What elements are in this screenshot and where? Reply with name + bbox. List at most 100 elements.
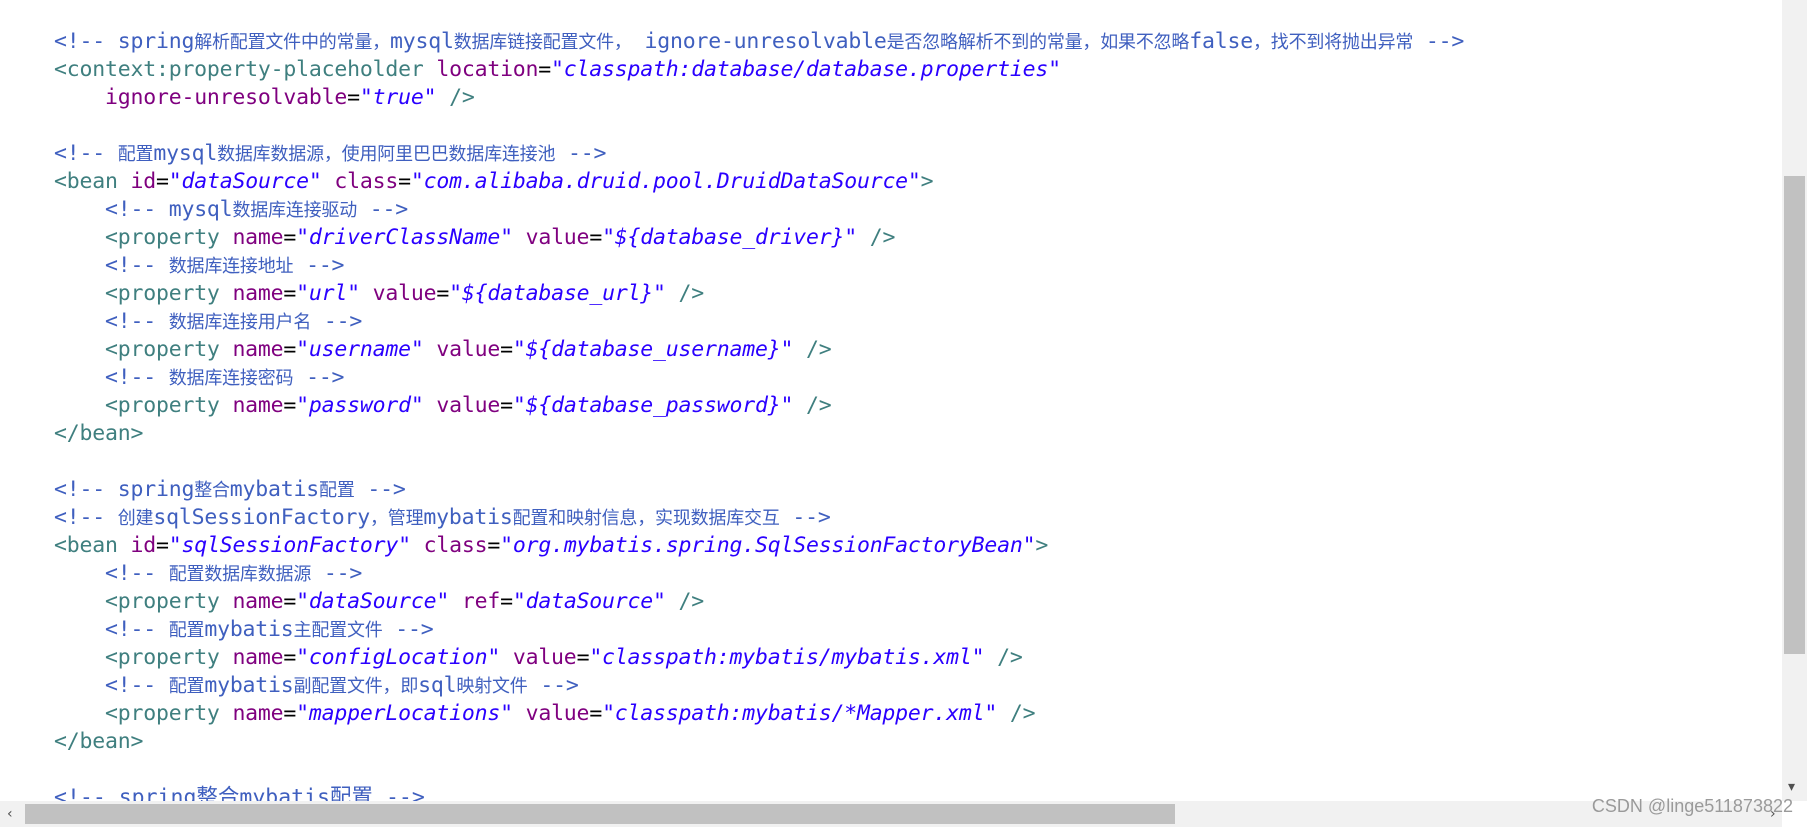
attribute-name-token: ref [461,589,501,614]
scroll-down-arrow-icon[interactable]: ▾ [1788,780,1795,794]
horizontal-scroll-thumb[interactable] [25,804,1175,824]
attribute-value-token: "driverClassName" [296,225,513,250]
vertical-scroll-thumb[interactable] [1784,176,1805,654]
plain-token: = [589,701,603,726]
comment-token: mysql [153,141,218,166]
attribute-value-token: "${database_driver}" [602,225,857,250]
code-line: <!-- 数据库连接密码 --> [54,364,1464,392]
comment-text-token: 解析配置文件中的常量， [194,32,390,53]
comment-text-token: 数据库数据源，使用阿里巴巴数据库连接池 [217,144,556,165]
plain-token: = [500,589,513,614]
tag-token: /> [1009,701,1036,726]
code-line: <bean id="dataSource" class="com.alibaba… [54,168,1464,196]
attribute-value-token: "dataSource" [168,169,322,194]
plain-token: = [283,393,297,418]
attribute-value-token: "classpath:database/database.properties" [551,57,1061,82]
plain-token: = [283,589,297,614]
plain-token: = [283,645,297,670]
comment-token: <!-- spring [54,29,195,54]
comment-token: <!-- [104,673,169,698]
code-line: <!-- mysql数据库连接驱动 --> [54,196,1464,224]
comment-text-token: 数据库链接配置文件， [453,32,632,53]
tag-token: <property [104,281,220,306]
attribute-value-token: "${database_username}" [512,337,794,362]
attribute-name-token: name [232,645,284,670]
comment-text-token: 配置 [168,676,205,697]
tag-token: <property [104,393,220,418]
comment-token: --> [293,365,345,390]
code-line: <!-- spring解析配置文件中的常量，mysql数据库链接配置文件， ig… [54,28,1464,56]
attribute-name-token: name [232,337,284,362]
tag-token: <property [104,645,220,670]
comment-token: --> [293,253,345,278]
tag-token: <bean [54,533,118,558]
plain-token: = [283,337,297,362]
horizontal-scrollbar[interactable]: ‹ › [0,801,1782,827]
comment-token: --> [357,197,409,222]
comment-text-token: 配置 [319,480,355,501]
attribute-name-token: name [232,393,284,418]
code-line: <context:property-placeholder location="… [54,56,1464,84]
attribute-value-token: "${database_password}" [512,393,794,418]
tag-token: <context:property-placeholder [54,57,424,82]
attribute-value-token: "${database_url}" [449,281,666,306]
attribute-value-token: "configLocation" [296,645,501,670]
comment-token: --> [1413,29,1465,54]
plain-token: = [589,225,603,250]
plain-token: = [155,533,169,558]
comment-token: --> [354,477,406,502]
vertical-scrollbar[interactable]: ▾ [1782,0,1807,801]
code-line: <property name="driverClassName" value="… [54,224,1464,252]
comment-text-token: 数据库连接地址 [168,256,294,277]
plain-token: = [436,281,450,306]
comment-text-token: 副配置文件，即 [293,676,419,697]
comment-token: --> [311,309,363,334]
comment-token: <!-- [54,505,118,530]
comment-token: --> [527,673,579,698]
attribute-name-token: value [512,645,577,670]
comment-token: sqlSessionFactory [153,505,370,530]
comment-text-token: 配置 [168,620,205,641]
plain-token: = [500,337,513,362]
scroll-left-arrow-icon[interactable]: ‹ [7,807,13,821]
comment-text-token: 是否忽略解析不到的常量，如果不忽略 [886,32,1190,53]
code-line: ignore-unresolvable="true" /> [54,84,1464,112]
attribute-name-token: value [525,225,590,250]
attribute-name-token: id [130,533,156,558]
attribute-value-token: "true" [359,85,437,110]
code-line: <!-- 配置数据库数据源 --> [54,560,1464,588]
comment-token: <!-- mysql [104,197,233,222]
tag-token: /> [997,645,1023,670]
attribute-value-token: "url" [296,281,360,306]
comment-token: sql [418,673,457,698]
plain-token: = [283,701,297,726]
comment-token: --> [779,505,831,530]
code-line: <property name="password" value="${datab… [54,392,1464,420]
plain-token: = [347,85,360,110]
code-line: <property name="mapperLocations" value="… [54,700,1464,728]
code-line: <property name="username" value="${datab… [54,336,1464,364]
attribute-name-token: name [232,225,284,250]
attribute-value-token: "classpath:mybatis/*Mapper.xml" [602,701,998,726]
